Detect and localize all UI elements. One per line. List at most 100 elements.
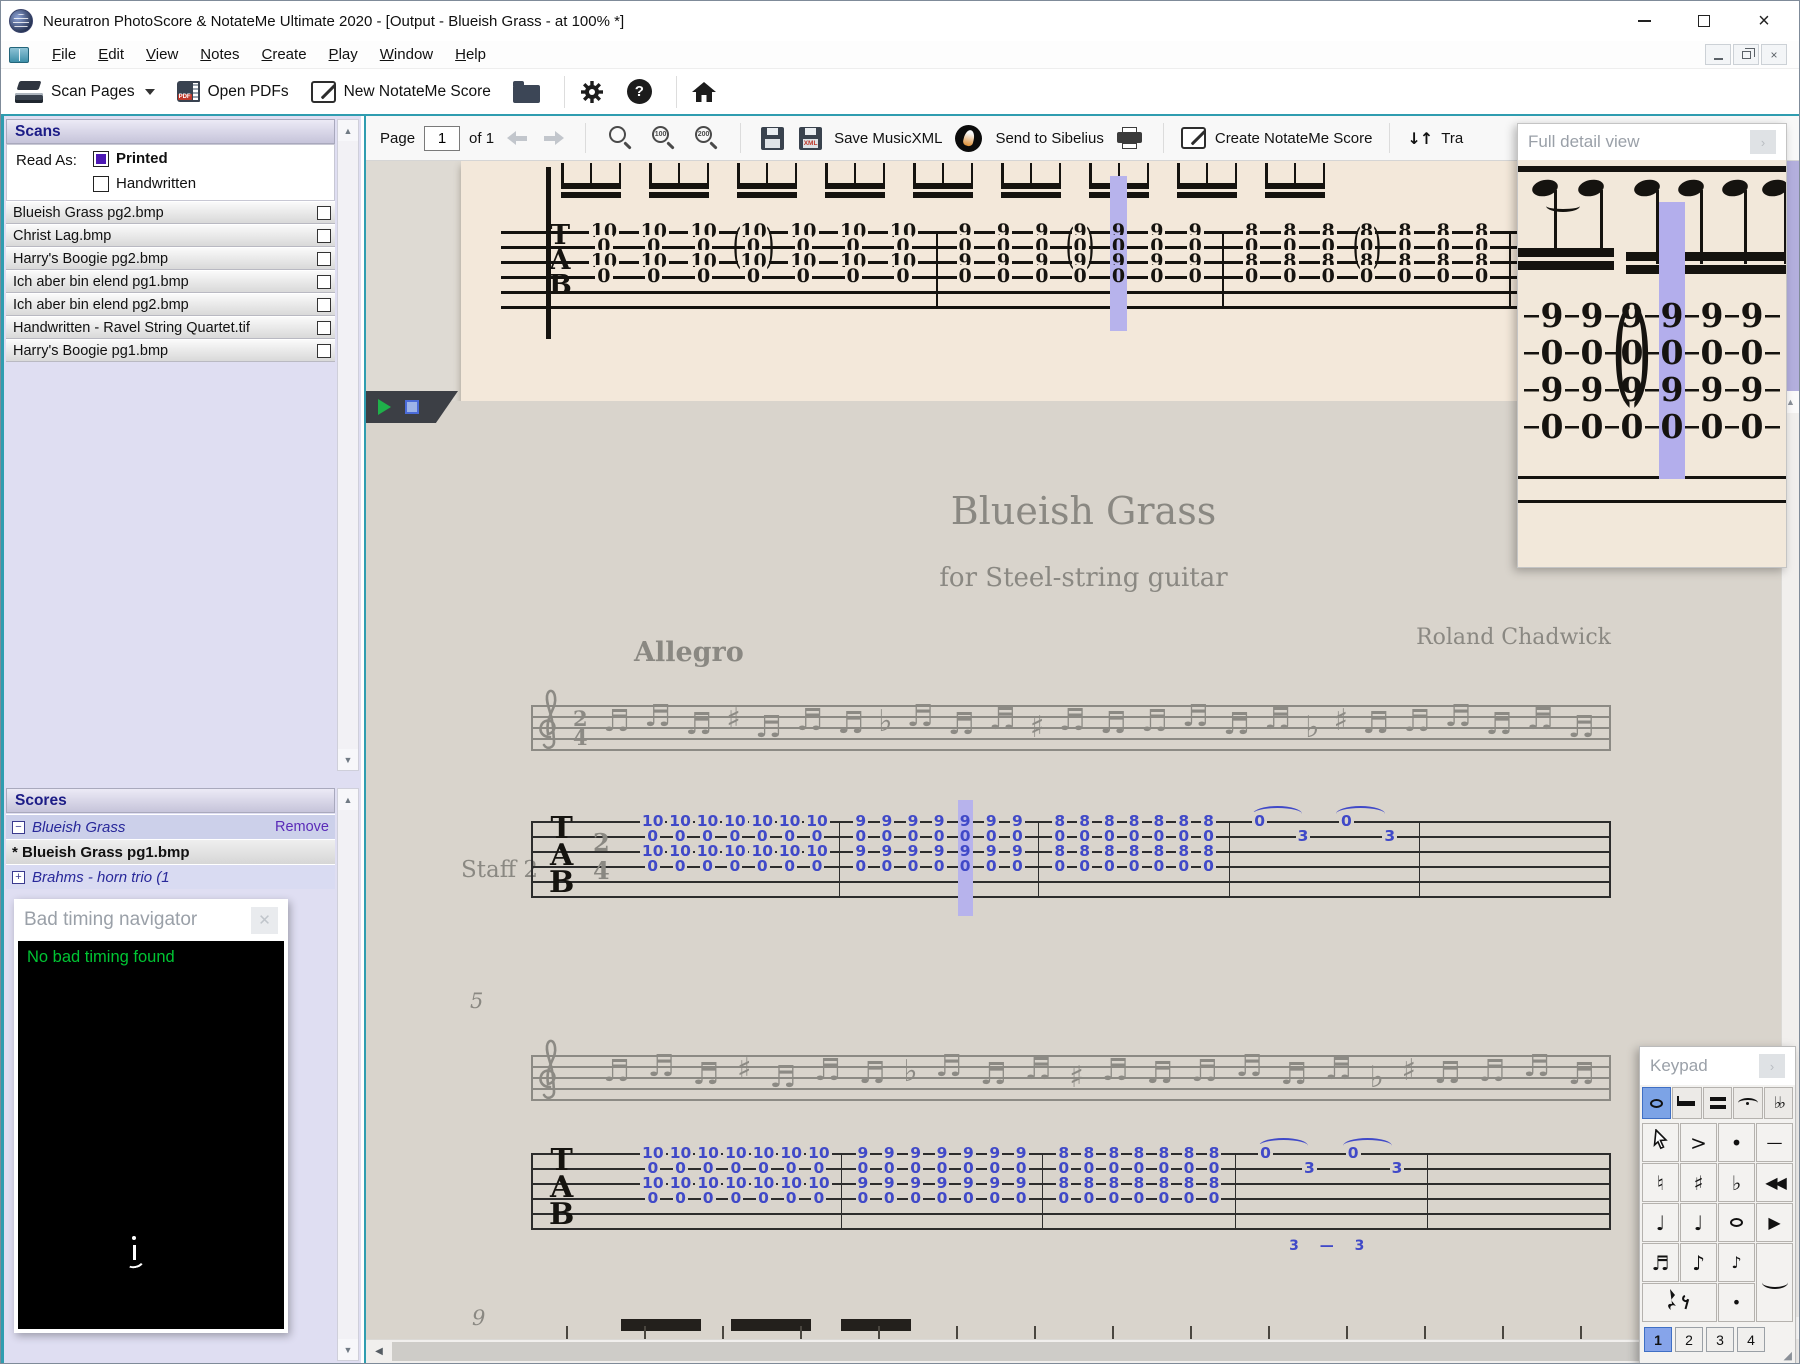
tab-number[interactable]: 0: [728, 1189, 744, 1207]
tab-number[interactable]: 0: [1258, 1144, 1273, 1162]
horizontal-scrollbar-thumb[interactable]: [392, 1342, 1771, 1361]
horizontal-scrollbar[interactable]: ◀: [366, 1339, 1781, 1363]
tab-number[interactable]: 0: [1081, 1189, 1097, 1207]
tab-number[interactable]: 0: [1538, 332, 1566, 372]
tab-number[interactable]: 0: [1698, 332, 1726, 372]
sibelius-icon[interactable]: [955, 124, 983, 152]
keypad-sharp-button[interactable]: ♯: [1680, 1163, 1717, 1202]
tab-number[interactable]: 0: [756, 1189, 771, 1207]
keypad-play-button[interactable]: ▶: [1756, 1203, 1793, 1242]
keypad-resize-grip[interactable]: ◢: [1784, 1349, 1792, 1362]
tab-number[interactable]: 0: [960, 1189, 976, 1207]
scores-scrollbar[interactable]: ▲ ▼: [337, 788, 359, 1361]
close-icon[interactable]: ✕: [251, 906, 278, 934]
help-button[interactable]: ?: [626, 79, 652, 104]
tab-number[interactable]: 0: [934, 1189, 950, 1207]
scroll-down-arrow-icon[interactable]: ▼: [338, 749, 358, 770]
tab-number[interactable]: 0: [881, 1189, 897, 1207]
tab-number[interactable]: 9: [1538, 369, 1566, 409]
child-minimize-button[interactable]: [1705, 44, 1731, 65]
tab-number[interactable]: 0: [844, 265, 862, 287]
keypad-dot-small-button[interactable]: •: [1718, 1283, 1755, 1322]
tab-number[interactable]: 0: [1206, 1189, 1222, 1207]
scan-file-row[interactable]: Ich aber bin elend pg1.bmp: [6, 270, 335, 293]
tab-number[interactable]: 0: [1156, 1189, 1172, 1207]
tab-number[interactable]: 0: [1281, 265, 1299, 287]
keypad-natural-button[interactable]: ♮: [1642, 1163, 1679, 1202]
scan-file-checkbox[interactable]: [317, 274, 331, 289]
tab-number[interactable]: 0: [694, 265, 713, 287]
tab-number[interactable]: 0: [645, 1189, 661, 1207]
expand-icon[interactable]: +: [12, 870, 25, 884]
tab-number[interactable]: 9: [1578, 369, 1606, 409]
scroll-left-arrow-icon[interactable]: ◀: [368, 1340, 390, 1363]
tab-number[interactable]: 0: [1009, 857, 1025, 875]
tab-number[interactable]: 0: [1056, 1189, 1072, 1207]
tab-number[interactable]: 3: [1295, 827, 1311, 845]
keypad-page-tab-1[interactable]: 1: [1644, 1327, 1672, 1352]
scan-file-row[interactable]: Harry's Boogie pg1.bmp: [6, 339, 335, 362]
tab-number[interactable]: 9: [1698, 369, 1726, 409]
menu-view[interactable]: View: [135, 43, 189, 66]
printed-checkbox[interactable]: [93, 150, 109, 167]
collapse-icon[interactable]: −: [12, 820, 25, 834]
tab-number[interactable]: 0: [1186, 265, 1204, 287]
transpose-icon[interactable]: ↓↑: [1407, 129, 1433, 148]
menu-play[interactable]: Play: [318, 43, 369, 66]
panel-collapse-icon[interactable]: ›: [1750, 130, 1776, 154]
tab-number[interactable]: 0: [645, 265, 663, 287]
tab-number[interactable]: 0: [1252, 812, 1268, 830]
keypad-mode-half-note[interactable]: [1672, 1087, 1702, 1119]
tab-number[interactable]: 0: [1578, 406, 1606, 446]
keypad-page-tab-4[interactable]: 4: [1737, 1327, 1765, 1352]
tab-number[interactable]: 0: [1148, 265, 1166, 287]
open-folder-button[interactable]: [512, 80, 540, 103]
tab-number[interactable]: 3: [1382, 827, 1398, 845]
remove-link[interactable]: Remove: [275, 819, 329, 835]
tab-number[interactable]: 0: [1033, 265, 1051, 287]
read-as-printed-option[interactable]: Printed: [93, 150, 168, 167]
save-icon[interactable]: [761, 126, 785, 150]
tab-number[interactable]: 9: [1578, 295, 1606, 335]
scan-file-checkbox[interactable]: [317, 205, 331, 220]
menu-create[interactable]: Create: [251, 43, 318, 66]
menu-help[interactable]: Help: [444, 43, 497, 66]
scan-file-row[interactable]: Handwritten - Ravel String Quartet.tif: [6, 316, 335, 339]
tab-number[interactable]: 0: [956, 265, 974, 287]
tab-number[interactable]: 9: [1538, 295, 1566, 335]
score-list-item[interactable]: * Blueish Grass pg1.bmp: [6, 839, 335, 864]
scroll-up-arrow-icon[interactable]: ▲: [338, 789, 358, 810]
tab-number[interactable]: 0: [754, 857, 770, 875]
scan-pages-button[interactable]: Scan Pages: [15, 81, 155, 103]
keypad-dash-button[interactable]: —: [1756, 1123, 1793, 1162]
tab-number[interactable]: 0: [931, 857, 947, 875]
score-list-item[interactable]: − Blueish Grass Remove: [6, 814, 335, 839]
tab-number[interactable]: 9: [1658, 369, 1686, 409]
tab-number[interactable]: 9: [1738, 295, 1766, 335]
tab-number[interactable]: 0: [794, 265, 812, 287]
save-musicxml-button[interactable]: Save MusicXML: [834, 130, 942, 147]
child-restore-button[interactable]: [1733, 44, 1759, 65]
tab-number[interactable]: 0: [1338, 812, 1354, 830]
maximize-button[interactable]: [1687, 8, 1721, 34]
menu-edit[interactable]: Edit: [87, 43, 135, 66]
tab-number[interactable]: 0: [1396, 265, 1414, 287]
scan-file-row[interactable]: Christ Lag.bmp: [6, 224, 335, 247]
scan-file-checkbox[interactable]: [317, 297, 331, 312]
settings-button[interactable]: [579, 79, 605, 105]
keypad-accent-button[interactable]: >: [1680, 1123, 1717, 1162]
tab-number[interactable]: 0: [1738, 406, 1766, 446]
scan-file-checkbox[interactable]: [317, 251, 331, 266]
child-close-button[interactable]: ×: [1761, 44, 1787, 65]
keypad-whole-note-small-button[interactable]: [1718, 1203, 1755, 1242]
keypad-eighth-note-small-button[interactable]: ♪: [1718, 1243, 1755, 1282]
tab-number[interactable]: 0: [809, 857, 825, 875]
next-page-icon[interactable]: [544, 131, 565, 145]
scroll-down-arrow-icon[interactable]: ▼: [338, 1339, 358, 1360]
keypad-page-tab-3[interactable]: 3: [1706, 1327, 1734, 1352]
keypad-pointer-button[interactable]: [1642, 1123, 1679, 1162]
keypad-mode-fermata[interactable]: [1733, 1087, 1763, 1119]
zoom-100-icon[interactable]: 100: [650, 125, 676, 151]
keypad-quarter-note-alt-button[interactable]: ♩: [1680, 1203, 1717, 1242]
tab-number[interactable]: 0: [744, 265, 763, 287]
